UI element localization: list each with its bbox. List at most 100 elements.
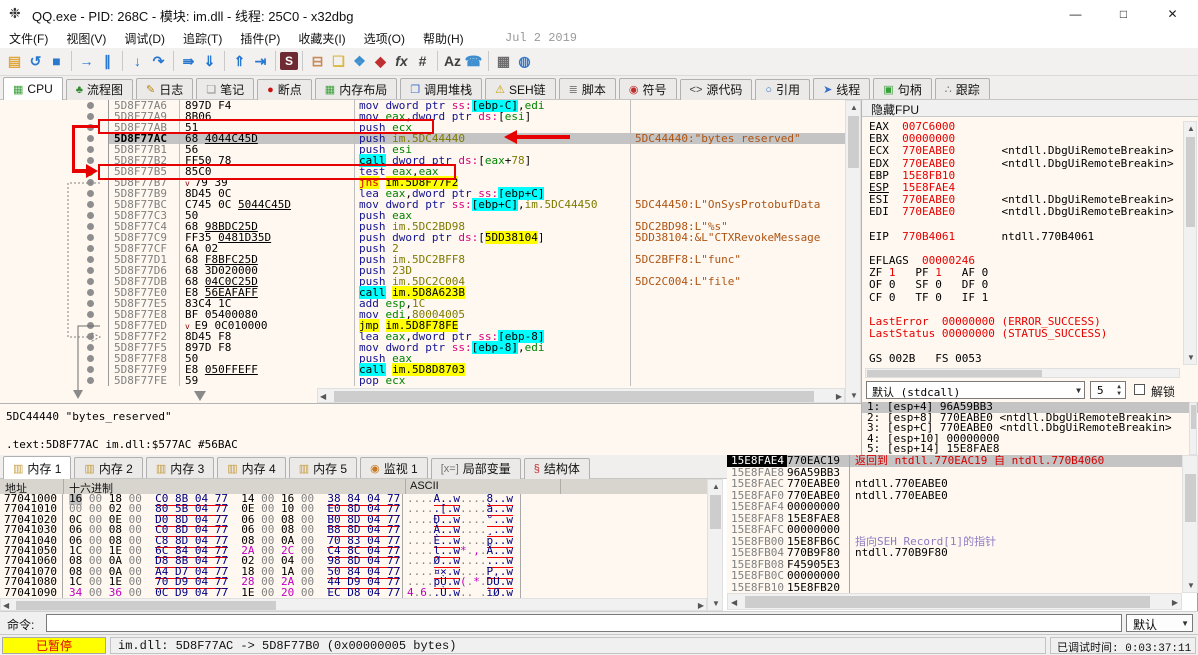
scroll-thumb[interactable]	[334, 391, 814, 402]
tab-callstack[interactable]: ❐ 调用堆栈	[400, 78, 483, 99]
row-dot[interactable]	[87, 157, 94, 164]
stack-vertical-scrollbar[interactable]: ▼	[1182, 455, 1198, 593]
hex-byte[interactable]: D9	[175, 586, 188, 598]
dump-vertical-scrollbar[interactable]: ▲ ▼	[707, 479, 723, 611]
stack-row[interactable]: 15E8FAE4 770EAC19 返回到 ntdll.770EAC19 自 ntd…	[727, 455, 1182, 467]
hex-byte[interactable]: 0C	[155, 586, 168, 598]
scroll-left-icon[interactable]: ◀	[731, 598, 737, 607]
breakpoint-cell[interactable]	[0, 320, 109, 331]
row-dot[interactable]	[87, 322, 94, 329]
hex-byte[interactable]: 00	[89, 586, 102, 598]
row-dot[interactable]	[87, 289, 94, 296]
labels-icon[interactable]: ❖	[349, 51, 370, 72]
command-type-select[interactable]: 默认 ▼	[1126, 614, 1193, 632]
scroll-right-icon[interactable]: ▶	[836, 392, 842, 401]
calculator-icon[interactable]: ▦	[493, 51, 514, 72]
breakpoint-cell[interactable]	[0, 188, 109, 199]
tab-cpu[interactable]: ▦ CPU	[3, 77, 63, 100]
row-dot[interactable]	[87, 146, 94, 153]
row-dot[interactable]	[87, 212, 94, 219]
dump-horizontal-scrollbar[interactable]: ◀ ▶	[0, 598, 707, 611]
breakpoint-cell[interactable]	[0, 331, 109, 342]
scroll-right-icon[interactable]: ▶	[1172, 598, 1178, 607]
breakpoint-cell[interactable]	[0, 309, 109, 320]
row-dot[interactable]	[87, 102, 94, 109]
breakpoint-cell[interactable]	[0, 166, 109, 177]
scroll-up-icon[interactable]: ▲	[1187, 124, 1195, 133]
open-file-icon[interactable]: ▤	[4, 51, 25, 72]
comments-icon[interactable]: ❑	[328, 51, 349, 72]
menu-item[interactable]: 调试(D)	[115, 28, 174, 49]
unlock-checkbox[interactable]	[1134, 384, 1145, 395]
stack-row[interactable]: 15E8FB04 770B9F80 ntdll.770B9F80	[727, 547, 1182, 559]
scroll-thumb[interactable]	[745, 596, 1150, 608]
menu-item[interactable]: 帮助(H)	[414, 28, 473, 49]
registers-horizontal-scrollbar[interactable]	[865, 368, 1180, 378]
font-icon[interactable]: Az	[442, 51, 463, 72]
stack-row[interactable]: 15E8FAFC 00000000	[727, 524, 1182, 536]
patches-icon[interactable]: ⊟	[307, 51, 328, 72]
scroll-thumb[interactable]	[848, 116, 859, 168]
breakpoint-cell[interactable]	[0, 221, 109, 232]
maximize-button[interactable]: □	[1100, 0, 1147, 28]
breakpoint-cell[interactable]	[0, 232, 109, 243]
menu-item[interactable]: 视图(V)	[57, 28, 115, 49]
row-dot[interactable]	[87, 278, 94, 285]
scroll-thumb[interactable]	[1186, 137, 1195, 227]
close-button[interactable]: ✕	[1149, 0, 1196, 28]
arg-count-spinner[interactable]: 5 ▲ ▼	[1090, 381, 1126, 399]
breakpoint-cell[interactable]	[0, 353, 109, 364]
globe-icon[interactable]: ◍	[514, 51, 535, 72]
scroll-down-icon[interactable]: ▼	[850, 391, 858, 400]
disasm-row[interactable]: 5D8F77FE 59 pop ecx	[0, 375, 845, 386]
tab-breakpoints[interactable]: ● 断点	[257, 78, 312, 100]
functions-icon[interactable]: fx	[391, 51, 412, 72]
hex-byte[interactable]: 34	[69, 586, 82, 598]
breakpoint-cell[interactable]	[0, 133, 109, 144]
bookmarks-icon[interactable]: ◆	[370, 51, 391, 72]
hex-byte[interactable]: 1E	[241, 586, 254, 598]
row-dot[interactable]	[87, 245, 94, 252]
command-input[interactable]	[46, 614, 1122, 632]
hex-byte[interactable]: EC	[327, 586, 340, 598]
scroll-right-icon[interactable]: ▶	[698, 601, 704, 610]
registers-vertical-scrollbar[interactable]: ▲ ▼	[1183, 121, 1197, 365]
arg-row[interactable]: 4: [esp+10] 00000000	[862, 434, 1198, 445]
hide-fpu-button[interactable]: 隐藏FPU	[862, 100, 1198, 117]
breakpoint-cell[interactable]	[0, 254, 109, 265]
arg-row[interactable]: 2: [esp+8] 770EABE0 <ntdll.DbgUiRemoteBr…	[862, 413, 1198, 424]
scroll-down-icon[interactable]: ▼	[712, 599, 720, 608]
tab-mem-1[interactable]: ▥ 内存 1	[3, 456, 72, 479]
tab-mem-4[interactable]: ▥ 内存 4	[217, 457, 286, 478]
arg-row[interactable]: 1: [esp+4] 96A59BB3	[862, 402, 1198, 413]
row-dot[interactable]	[87, 300, 94, 307]
scylla-icon[interactable]: S	[280, 52, 298, 70]
hex-byte[interactable]: 36	[109, 586, 122, 598]
title-bar[interactable]: ❉ QQ.exe - PID: 268C - 模块: im.dll - 线程: …	[0, 0, 1198, 28]
row-dot[interactable]	[87, 311, 94, 318]
hex-byte[interactable]: 77	[215, 586, 228, 598]
hex-byte[interactable]: 04	[367, 586, 380, 598]
arg-row[interactable]: 3: [esp+C] 770EABE0 <ntdll.DbgUiRemoteBr…	[862, 423, 1198, 434]
row-dot[interactable]	[87, 135, 94, 142]
row-dot[interactable]	[87, 234, 94, 241]
scroll-thumb[interactable]	[1191, 405, 1196, 429]
scroll-thumb[interactable]	[1185, 474, 1196, 522]
scroll-down-icon[interactable]: ▼	[1187, 353, 1195, 362]
scroll-up-icon[interactable]: ▲	[850, 103, 858, 112]
scroll-thumb[interactable]	[710, 495, 721, 529]
row-dot[interactable]	[87, 355, 94, 362]
breakpoint-cell[interactable]	[0, 111, 109, 122]
close-debuggee-icon[interactable]: ■	[46, 51, 67, 72]
breakpoint-cell[interactable]	[0, 100, 109, 111]
row-dot[interactable]	[87, 124, 94, 131]
hash-icon[interactable]: #	[412, 51, 433, 72]
scroll-up-icon[interactable]: ▲	[712, 482, 720, 491]
breakpoint-enabled-dot[interactable]	[85, 167, 94, 176]
breakpoint-cell[interactable]	[0, 276, 109, 287]
row-dot[interactable]	[87, 344, 94, 351]
menu-item[interactable]: 收藏夹(I)	[289, 28, 354, 49]
step-into-icon[interactable]: ↓	[127, 51, 148, 72]
tab-graph[interactable]: ♣ 流程图	[65, 78, 133, 100]
breakpoint-cell[interactable]	[0, 122, 109, 133]
